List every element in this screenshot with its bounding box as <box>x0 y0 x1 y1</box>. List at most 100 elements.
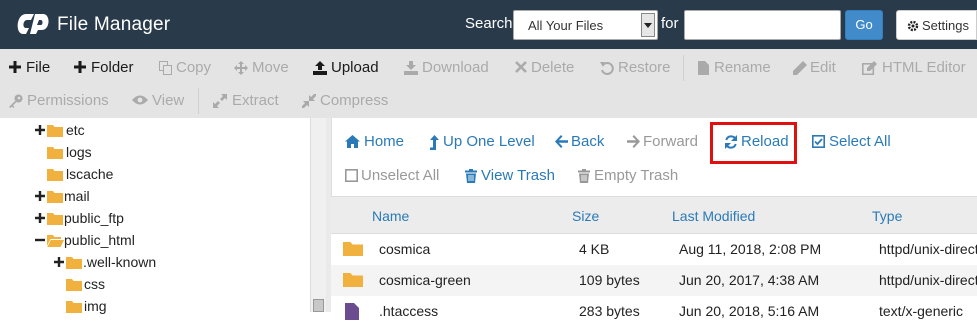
tree-item-label: logs <box>66 144 92 160</box>
delete-button[interactable]: Delete <box>515 58 577 78</box>
cell-type: text/x-generic <box>879 303 964 319</box>
back-button[interactable]: Back <box>555 132 605 152</box>
select-all-label: Select All <box>829 133 891 150</box>
view-trash-label: View Trash <box>481 167 555 184</box>
home-icon <box>345 135 360 148</box>
column-header-type[interactable]: Type <box>872 208 902 224</box>
tree-item-lscache[interactable]: lscache <box>34 164 154 186</box>
compress-button[interactable]: Compress <box>302 91 388 111</box>
toolbar-divider <box>198 88 199 114</box>
column-header-last-modified[interactable]: Last Modified <box>672 208 755 224</box>
view-button[interactable]: View <box>132 91 184 111</box>
empty-trash-label: Empty Trash <box>594 167 679 184</box>
compress-label: Compress <box>320 92 389 109</box>
folder-icon <box>66 301 82 313</box>
up-one-level-label: Up One Level <box>443 133 535 150</box>
tree-item-label: etc <box>66 122 85 138</box>
tree-item-label: mail <box>64 188 90 204</box>
tree-item-label: lscache <box>66 166 114 182</box>
new-folder-button[interactable]: Folder <box>74 58 136 78</box>
cell-name: .htaccess <box>379 303 439 319</box>
column-header-size[interactable]: Size <box>572 208 599 224</box>
folder-icon <box>66 279 82 291</box>
permissions-button[interactable]: Permissions <box>9 91 109 111</box>
rename-button[interactable]: Rename <box>698 58 771 78</box>
move-button[interactable]: Move <box>234 58 290 78</box>
top-bar: File Manager Search All Your Files for G… <box>0 0 977 49</box>
scrollbar-thumb[interactable] <box>313 299 324 312</box>
download-button[interactable]: Download <box>404 58 492 78</box>
search-input[interactable] <box>684 10 841 40</box>
collapse-minus-icon[interactable] <box>34 233 46 247</box>
tree-scrollbar[interactable] <box>310 118 326 312</box>
level-up-icon <box>430 135 439 150</box>
unselect-all-label: Unselect All <box>361 167 440 184</box>
trash-icon <box>465 169 477 183</box>
html-editor-button[interactable]: HTML Editor <box>862 58 967 78</box>
upload-icon <box>313 61 327 75</box>
settings-button[interactable]: Settings <box>896 10 977 40</box>
restore-icon <box>600 62 614 75</box>
search-scope-value: All Your Files <box>528 18 604 33</box>
tree-item-img[interactable]: img <box>53 296 173 318</box>
extract-button[interactable]: Extract <box>213 91 279 111</box>
new-file-button[interactable]: File <box>9 58 54 78</box>
tree-item-label: public_ftp <box>64 210 124 226</box>
reload-highlight-box <box>710 122 797 164</box>
tree-item-mail[interactable]: mail <box>34 186 154 208</box>
expand-plus-icon[interactable] <box>34 189 46 203</box>
tree-item-public-html[interactable]: public_html <box>34 230 174 252</box>
forward-button[interactable]: Forward <box>627 132 701 152</box>
table-row[interactable]: cosmica 4 KB Aug 11, 2018, 2:08 PM httpd… <box>331 234 977 265</box>
column-header-name[interactable]: Name <box>372 208 409 224</box>
empty-trash-button[interactable]: Empty Trash <box>578 166 678 186</box>
search-scope-select[interactable]: All Your Files <box>513 10 658 40</box>
home-button[interactable]: Home <box>345 132 407 152</box>
tree-item-logs[interactable]: logs <box>34 142 154 164</box>
pencil-icon <box>793 61 807 75</box>
download-icon <box>404 61 418 75</box>
forward-label: Forward <box>643 133 699 150</box>
select-all-button[interactable]: Select All <box>812 132 892 152</box>
rename-label: Rename <box>714 59 771 76</box>
tree-item-css[interactable]: css <box>53 274 173 296</box>
folder-open-icon <box>47 235 64 247</box>
upload-button[interactable]: Upload <box>313 58 383 78</box>
go-button[interactable]: Go <box>845 10 883 40</box>
restore-label: Restore <box>618 59 671 76</box>
tree-item-well-known[interactable]: .well-known <box>53 252 173 274</box>
tree-item-etc[interactable]: etc <box>34 120 154 142</box>
tree-item-label: .well-known <box>83 254 157 270</box>
chevron-down-icon[interactable] <box>641 13 655 37</box>
edit-button[interactable]: Edit <box>793 58 839 78</box>
tree-item-label: css <box>84 276 105 292</box>
unselect-all-button[interactable]: Unselect All <box>345 166 441 186</box>
gear-icon <box>907 20 919 32</box>
cell-last-modified: Aug 11, 2018, 2:08 PM <box>679 241 822 257</box>
folder-icon <box>343 242 363 256</box>
restore-button[interactable]: Restore <box>600 58 671 78</box>
toolbar-divider <box>683 55 684 81</box>
expand-plus-icon[interactable] <box>34 123 46 137</box>
cell-last-modified: Jun 20, 2018, 5:16 AM <box>679 303 820 319</box>
view-trash-button[interactable]: View Trash <box>465 166 555 186</box>
up-one-level-button[interactable]: Up One Level <box>430 132 535 152</box>
file-table-header: Name Size Last Modified Type <box>331 196 977 234</box>
edit-square-icon <box>862 61 877 75</box>
checkbox-checked-icon <box>812 135 825 148</box>
expand-plus-icon[interactable] <box>34 211 46 225</box>
html-editor-label: HTML Editor <box>882 59 966 76</box>
tree-item-label: public_html <box>64 232 135 248</box>
tree-item-public-ftp[interactable]: public_ftp <box>34 208 154 230</box>
move-icon <box>234 61 248 75</box>
cell-size: 4 KB <box>579 241 610 257</box>
expand-plus-icon[interactable] <box>53 255 65 269</box>
copy-button[interactable]: Copy <box>159 58 211 78</box>
key-icon <box>9 94 23 108</box>
move-label: Move <box>252 59 289 76</box>
toolbar: File Folder Copy Move Upload Download De… <box>0 49 977 118</box>
folder-icon <box>47 169 63 181</box>
download-label: Download <box>422 59 489 76</box>
upload-label: Upload <box>331 59 379 76</box>
table-row[interactable]: cosmica-green 109 bytes Jun 20, 2017, 4:… <box>331 265 977 296</box>
